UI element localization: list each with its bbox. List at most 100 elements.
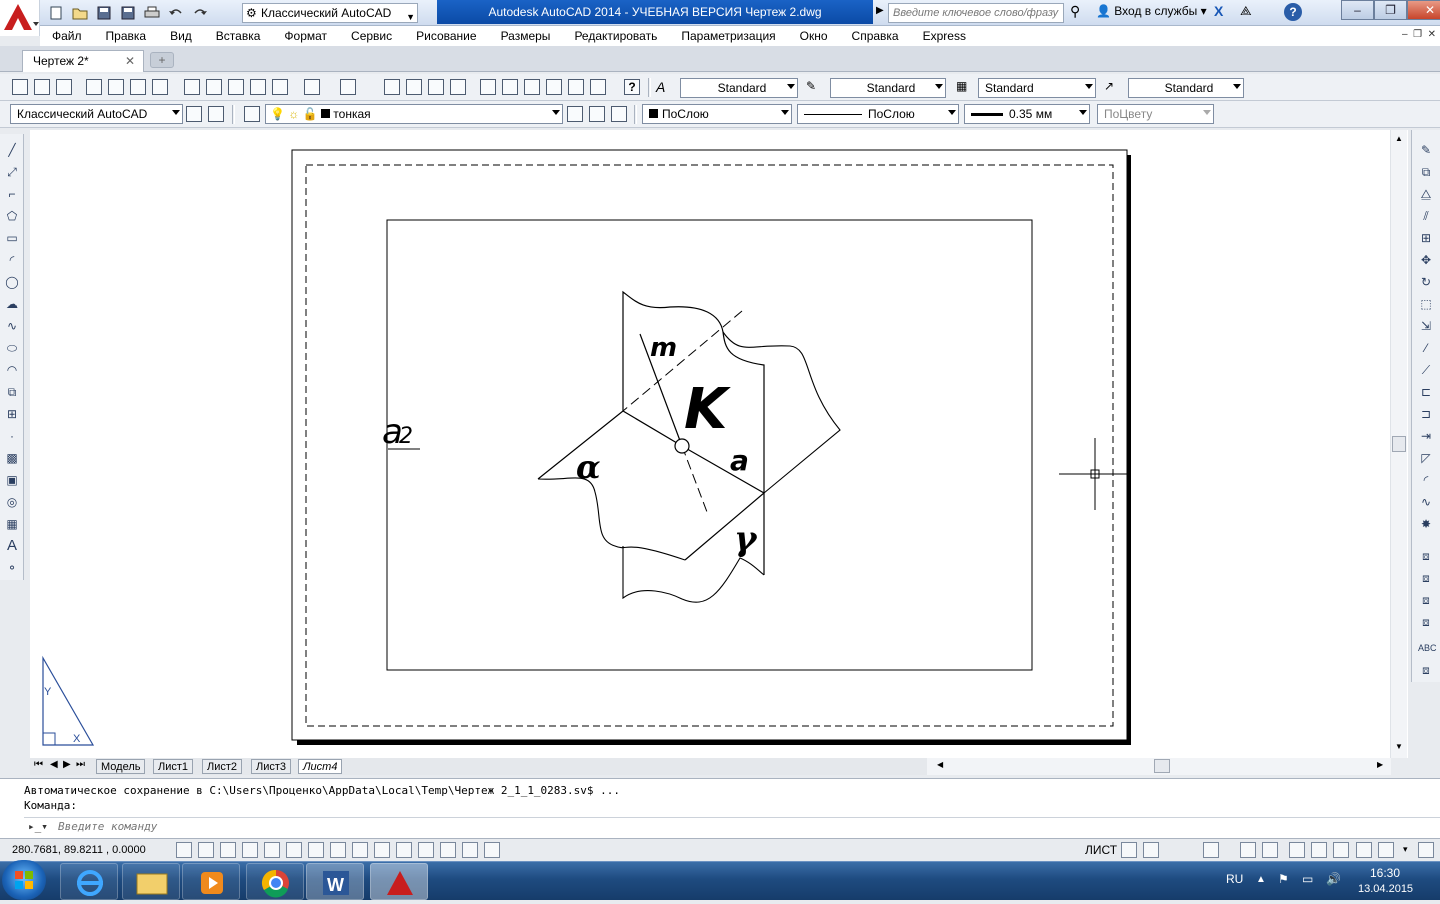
- workspace-select[interactable]: Классический AutoCAD: [10, 104, 183, 124]
- start-button[interactable]: [2, 860, 46, 900]
- menu-window[interactable]: Окно: [788, 27, 840, 45]
- arc-icon[interactable]: ◜: [4, 252, 20, 268]
- lock-ui-icon[interactable]: [1311, 842, 1327, 858]
- linetype-select[interactable]: ПоСлою: [797, 104, 959, 124]
- layer-properties-icon[interactable]: [208, 106, 224, 122]
- scroll-down-arrow[interactable]: ▼: [1395, 742, 1403, 751]
- circle-icon[interactable]: ◯: [4, 274, 20, 290]
- paste-icon[interactable]: [228, 79, 244, 95]
- grid-display-icon[interactable]: [220, 842, 236, 858]
- publish-icon[interactable]: [130, 79, 146, 95]
- rectangle-icon[interactable]: ▭: [4, 230, 20, 246]
- qnew-icon[interactable]: [12, 79, 28, 95]
- signin-button[interactable]: 👤 Вход в службы ▾: [1096, 4, 1207, 18]
- print-icon[interactable]: [142, 4, 162, 22]
- break-at-point-icon[interactable]: ⊏: [1418, 384, 1434, 400]
- undo-icon[interactable]: [166, 4, 186, 22]
- break-icon[interactable]: ⊐: [1418, 406, 1434, 422]
- object-snap-icon[interactable]: [286, 842, 302, 858]
- drawing-canvas[interactable]: a 2 m K a α γ Y X: [30, 130, 1408, 758]
- redo-icon[interactable]: [190, 4, 210, 22]
- open-icon[interactable]: [34, 79, 50, 95]
- add-selected-icon[interactable]: ⚬: [4, 560, 20, 576]
- annotation-visibility-icon[interactable]: [1262, 842, 1278, 858]
- menu-parametric[interactable]: Параметризация: [669, 27, 787, 45]
- copy-icon[interactable]: [206, 79, 222, 95]
- draworder-front-icon[interactable]: ⧈: [1418, 548, 1434, 564]
- taskbar-media[interactable]: [182, 863, 240, 900]
- annotation-scale-icon[interactable]: [1240, 842, 1256, 858]
- spline-icon[interactable]: ∿: [4, 318, 20, 334]
- 3d-print-icon[interactable]: [152, 79, 168, 95]
- snap-mode-icon[interactable]: [198, 842, 214, 858]
- new-tab-button[interactable]: +: [150, 52, 174, 68]
- line-icon[interactable]: ╱: [4, 142, 20, 158]
- minimize-button[interactable]: –: [1341, 0, 1374, 20]
- menu-tools[interactable]: Сервис: [339, 27, 404, 45]
- workspace-switch-icon[interactable]: [1289, 842, 1305, 858]
- annotation-monitor-icon[interactable]: [484, 842, 500, 858]
- prev-tab-arrow[interactable]: ◀: [50, 759, 58, 770]
- transparency-icon[interactable]: [418, 842, 434, 858]
- markup-icon[interactable]: [568, 79, 584, 95]
- 3d-osnap-icon[interactable]: [308, 842, 324, 858]
- construction-line-icon[interactable]: ⤢: [4, 164, 20, 180]
- binoculars-icon[interactable]: ⚲: [1070, 3, 1080, 20]
- redo-icon[interactable]: [340, 79, 356, 95]
- menu-help[interactable]: Справка: [840, 27, 911, 45]
- taskbar-ie[interactable]: [60, 863, 118, 900]
- menu-draw[interactable]: Рисование: [404, 27, 488, 45]
- mtext-icon[interactable]: A: [4, 538, 20, 554]
- menu-view[interactable]: Вид: [158, 27, 204, 45]
- taskbar-autocad[interactable]: [370, 863, 428, 900]
- tab-model[interactable]: Модель: [96, 759, 146, 774]
- fillet-icon[interactable]: ◜: [1418, 472, 1434, 488]
- menu-dimension[interactable]: Размеры: [489, 27, 563, 45]
- zoom-window-icon[interactable]: [428, 79, 444, 95]
- copy-object-icon[interactable]: ⧉: [1418, 164, 1434, 180]
- tab-drawing2[interactable]: Чертеж 2* ✕: [22, 50, 144, 72]
- tab-sheet1[interactable]: Лист1: [153, 759, 194, 774]
- scroll-thumb[interactable]: [1392, 436, 1406, 452]
- design-center-icon[interactable]: [502, 79, 518, 95]
- ellipse-icon[interactable]: ⬭: [4, 340, 20, 356]
- command-input[interactable]: ▸_▾ Введите команду: [24, 817, 1440, 837]
- tray-expand-icon[interactable]: ▲: [1256, 874, 1266, 885]
- move-icon[interactable]: ✥: [1418, 252, 1434, 268]
- erase-icon[interactable]: ✎: [1418, 142, 1434, 158]
- polar-tracking-icon[interactable]: [264, 842, 280, 858]
- join-icon[interactable]: ⇥: [1418, 428, 1434, 444]
- explode-icon[interactable]: ✸: [1418, 516, 1434, 532]
- last-tab-arrow[interactable]: ⏭: [76, 759, 85, 770]
- save-icon[interactable]: [94, 4, 114, 22]
- scale-icon[interactable]: ⬚: [1418, 296, 1434, 312]
- workspace-settings-icon[interactable]: [186, 106, 202, 122]
- isolate-objects-icon[interactable]: [1356, 842, 1372, 858]
- search-toggle-icon[interactable]: ▶: [876, 5, 884, 16]
- sheet-set-icon[interactable]: [546, 79, 562, 95]
- pan-icon[interactable]: [384, 79, 400, 95]
- ducs-icon[interactable]: [352, 842, 368, 858]
- workspace-selector[interactable]: ⚙ Классический AutoCAD ▼: [242, 3, 418, 23]
- make-block-icon[interactable]: ⊞: [4, 406, 20, 422]
- quick-view-drawings-icon[interactable]: [1143, 842, 1159, 858]
- draworder-above-icon[interactable]: ⧈: [1418, 592, 1434, 608]
- polyline-icon[interactable]: ⌐: [4, 186, 20, 202]
- search-input[interactable]: Введите ключевое слово/фразу: [888, 3, 1064, 23]
- preview-icon[interactable]: [108, 79, 124, 95]
- save-icon[interactable]: [56, 79, 72, 95]
- scroll-right-arrow[interactable]: ▶: [1377, 760, 1383, 769]
- mirror-icon[interactable]: ⧋: [1418, 186, 1434, 202]
- menu-modify[interactable]: Редактировать: [562, 27, 669, 45]
- menu-insert[interactable]: Вставка: [204, 27, 273, 45]
- table-style-select[interactable]: Standard: [978, 78, 1096, 98]
- menu-edit[interactable]: Правка: [94, 27, 159, 45]
- zoom-realtime-icon[interactable]: [406, 79, 422, 95]
- polygon-icon[interactable]: ⬠: [4, 208, 20, 224]
- open-file-icon[interactable]: [70, 4, 90, 22]
- hatch-icon[interactable]: ▩: [4, 450, 20, 466]
- coordinate-readout[interactable]: 280.7681, 89.8211 , 0.0000: [12, 844, 146, 856]
- menu-format[interactable]: Формат: [272, 27, 339, 45]
- offset-icon[interactable]: ⫽: [1418, 208, 1434, 224]
- tab-sheet3[interactable]: Лист3: [251, 759, 292, 774]
